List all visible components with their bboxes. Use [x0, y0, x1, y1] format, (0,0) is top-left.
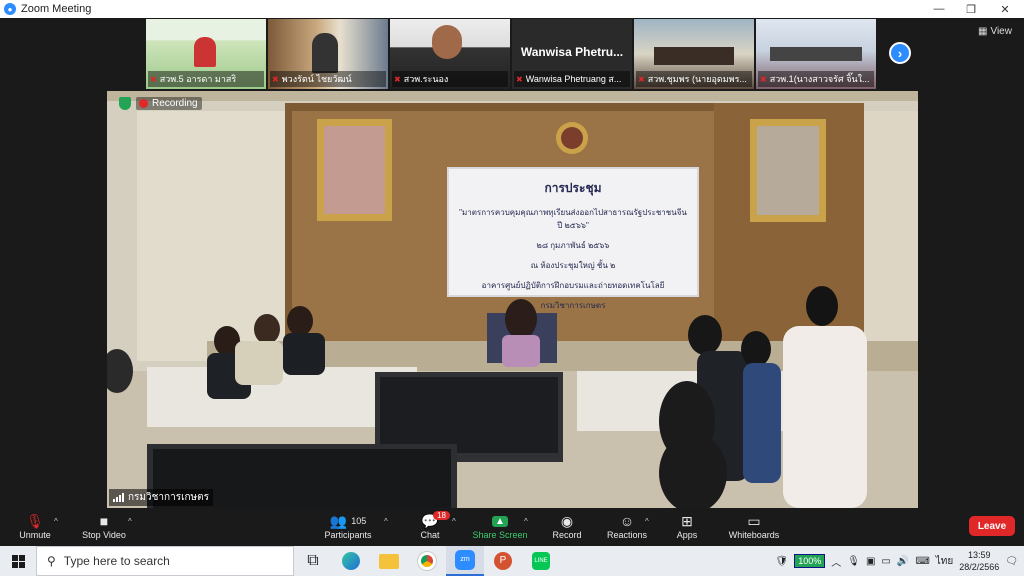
recording-label: Recording — [152, 98, 198, 109]
recording-dot-icon — [139, 99, 148, 108]
participant-name-label: ✖ สวพ.5 อารดา มาสริ — [148, 71, 264, 87]
line-app-icon[interactable]: LINE — [522, 546, 560, 576]
taskbar-clock[interactable]: 13:59 28/2/2566 — [959, 549, 999, 573]
participant-tile[interactable]: ✖ สวพ.ระนอง — [390, 19, 510, 89]
windows-start-button[interactable] — [0, 546, 36, 576]
participant-tile[interactable]: ✖ สวพ.ชุมพร (นายอุดมพร... — [634, 19, 754, 89]
file-explorer-icon[interactable] — [370, 546, 408, 576]
network-icon[interactable]: ▭ — [881, 556, 890, 567]
security-shield-icon[interactable]: 🛡 — [776, 556, 789, 567]
participants-icon: 👥 — [329, 512, 348, 529]
muted-mic-icon: ✖ — [272, 74, 279, 84]
participants-button[interactable]: 👥 105 Participants — [313, 512, 383, 541]
signal-strength-icon — [113, 493, 124, 502]
muted-mic-icon: ✖ — [394, 74, 401, 84]
audio-options-caret-icon[interactable]: ^ — [54, 517, 58, 526]
screen-line: กรมวิชาการเกษตร — [540, 301, 606, 310]
encryption-shield-icon — [119, 97, 131, 110]
record-icon: ◉ — [560, 512, 574, 529]
close-button[interactable]: ✕ — [988, 0, 1022, 18]
chrome-icon[interactable] — [408, 546, 446, 576]
room-presentation-screen: การประชุม "มาตรการควบคุมคุณภาพทุเรียนส่ง… — [447, 167, 699, 310]
notifications-icon[interactable]: 🗨 — [1005, 556, 1018, 567]
video-options-caret-icon[interactable]: ^ — [128, 517, 132, 526]
restore-button[interactable]: ❐ — [954, 0, 988, 18]
reactions-smiley-icon: ☺ — [619, 513, 635, 529]
meeting-toolbar: 🎙 Unmute ^ ■ Stop Video ^ 👥 105 Participa… — [0, 510, 1024, 546]
participant-name-label: ✖ สวพ.ระนอง — [392, 71, 508, 87]
search-placeholder: Type here to search — [63, 554, 170, 568]
tray-overflow-chevron-icon[interactable]: ︿ — [831, 554, 841, 569]
security-tray-icon[interactable]: ▣ — [866, 556, 875, 567]
chat-options-caret-icon[interactable]: ^ — [452, 517, 456, 526]
next-page-arrow-icon[interactable]: › — [889, 42, 911, 64]
speaker-volume-icon[interactable]: 🔊 — [897, 556, 909, 567]
participant-tile[interactable]: ✖ สวพ.5 อารดา มาสริ — [146, 19, 266, 89]
taskbar-search-box[interactable]: ⚲ Type here to search — [36, 546, 294, 576]
participant-tile[interactable]: ✖ สวพ.1(นางสาวจรัศ จิ๊นใ... — [756, 19, 876, 89]
windows-logo-icon — [11, 554, 25, 568]
screen-line: อาคารศูนย์ปฏิบัติการฝึกอบรมและถ่ายทอดเทค… — [481, 281, 665, 290]
task-view-icon[interactable]: ⧉ — [294, 546, 332, 576]
clock-time: 13:59 — [968, 550, 991, 560]
apps-button[interactable]: ⊞ Apps — [652, 512, 722, 541]
participant-name-label: ✖ พวงรัตน์ ไชยวัฒน์ — [270, 71, 386, 87]
screen-title: การประชุม — [544, 181, 602, 195]
recording-indicator[interactable]: Recording — [119, 97, 202, 110]
battery-percent-badge[interactable]: 100% — [794, 554, 826, 568]
share-screen-icon: ▲ — [492, 512, 508, 530]
active-speaker-video[interactable]: Recording การประชุม "มาตรการควบคุมคุณภาพ… — [107, 91, 918, 508]
leave-button[interactable]: Leave — [969, 516, 1015, 536]
apps-icon: ⊞ — [681, 512, 693, 529]
screen-line: "มาตรการควบคุมคุณภาพทุเรียนส่งออกไปสาธาร… — [459, 208, 687, 230]
powerpoint-icon[interactable]: P — [484, 546, 522, 576]
share-options-caret-icon[interactable]: ^ — [524, 517, 528, 526]
screen-line: ๒๘ กุมภาพันธ์ ๒๕๖๖ — [536, 241, 610, 250]
participant-name-label: ✖ สวพ.ชุมพร (นายอุดมพร... — [636, 71, 752, 87]
search-icon: ⚲ — [47, 554, 56, 568]
windows-taskbar: ⚲ Type here to search ⧉ zm P LINE 🛡 100%… — [0, 546, 1024, 576]
video-camera-icon: ■ — [99, 513, 109, 529]
participant-name-label: ✖ สวพ.1(นางสาวจรัศ จิ๊นใ... — [758, 71, 874, 87]
grid-view-icon: ▦ — [978, 26, 988, 37]
system-tray: 🛡 100% ︿ 🎙 ▣ ▭ 🔊 ⌨ ไทย 13:59 28/2/2566 🗨 — [776, 546, 1024, 576]
active-speaker-name: กรมวิชาการเกษตร — [109, 489, 214, 506]
screen-line: ณ ห้องประชุมใหญ่ ชั้น ๒ — [530, 261, 616, 270]
zoom-logo-icon: ● — [4, 3, 16, 15]
participant-video-off-name: Wanwisa Phetru... — [520, 45, 624, 59]
muted-mic-icon: ✖ — [516, 74, 523, 84]
clock-date: 28/2/2566 — [959, 562, 1000, 572]
edge-browser-icon[interactable] — [332, 546, 370, 576]
participant-strip: ✖ สวพ.5 อารดา มาสริ ✖ พวงรัตน์ ไชยวัฒน์ ✖ ส… — [146, 19, 876, 89]
participants-count: 105 — [351, 516, 367, 526]
muted-mic-icon: ✖ — [638, 74, 645, 84]
participant-name-label: ✖ Wanwisa Phetruang ส... — [514, 71, 630, 87]
chat-unread-badge: 18 — [433, 511, 450, 520]
input-language[interactable]: ไทย — [936, 554, 953, 569]
participants-options-caret-icon[interactable]: ^ — [384, 517, 388, 526]
muted-mic-icon: ✖ — [150, 74, 157, 84]
participant-tile[interactable]: ✖ พวงรัตน์ ไชยวัฒน์ — [268, 19, 388, 89]
microphone-tray-icon[interactable]: 🎙 — [847, 556, 860, 567]
view-button[interactable]: ▦ View — [978, 26, 1012, 37]
whiteboard-icon: ▭ — [747, 512, 761, 529]
unmute-button[interactable]: 🎙 Unmute — [0, 512, 70, 541]
reactions-options-caret-icon[interactable]: ^ — [645, 517, 649, 526]
muted-mic-icon: 🎙 — [26, 512, 44, 529]
participant-tile[interactable]: Wanwisa Phetru... ✖ Wanwisa Phetruang ส..… — [512, 19, 632, 89]
window-titlebar: ● Zoom Meeting — ❐ ✕ — [0, 0, 1024, 18]
minimize-button[interactable]: — — [922, 0, 956, 18]
meeting-stage: ✖ สวพ.5 อารดา มาสริ ✖ พวงรัตน์ ไชยวัฒน์ ✖ ส… — [0, 18, 1024, 510]
zoom-taskbar-icon[interactable]: zm — [446, 546, 484, 576]
whiteboards-button[interactable]: ▭ Whiteboards — [719, 512, 789, 541]
muted-mic-icon: ✖ — [760, 74, 767, 84]
keyboard-icon[interactable]: ⌨ — [915, 556, 929, 567]
window-title: Zoom Meeting — [21, 3, 92, 15]
